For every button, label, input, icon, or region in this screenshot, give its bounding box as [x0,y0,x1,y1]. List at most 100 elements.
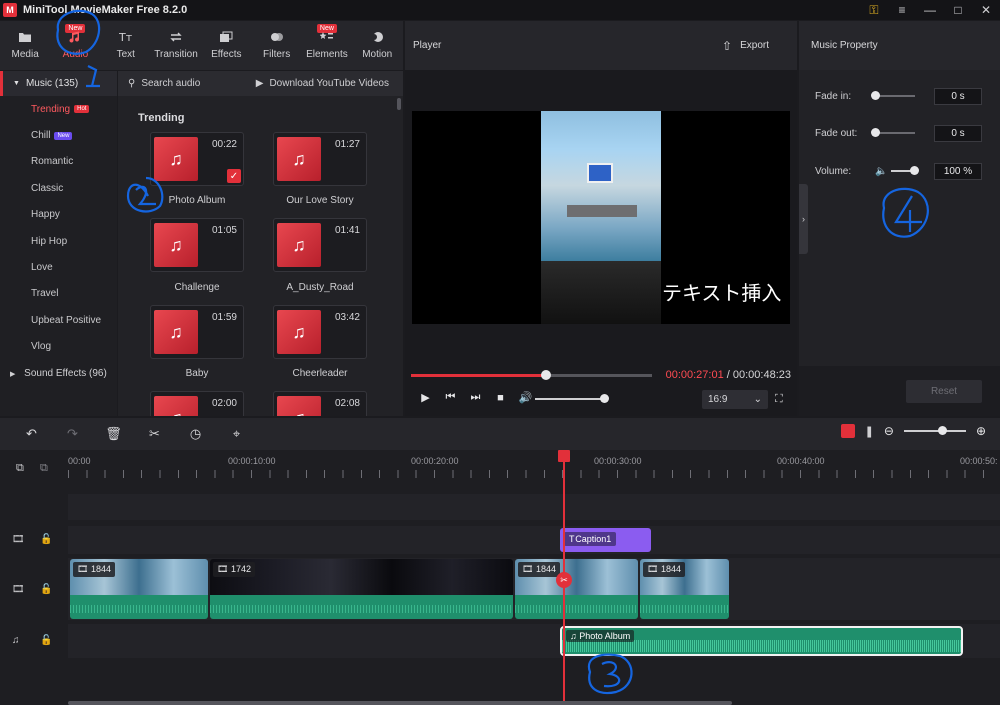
tab-effects-label: Effects [211,49,242,60]
category-hip-hop[interactable]: Hip Hop [0,228,117,254]
snap-icon[interactable] [840,424,855,438]
tab-effects[interactable]: Effects [201,21,251,70]
audio-card-challenge[interactable]: ♫ 01:05 [150,218,244,272]
audio-card-partial[interactable]: ♫ 02:00 [150,391,244,416]
crop-icon[interactable]: ⌖ [216,426,257,442]
slider-knob[interactable] [871,91,880,100]
category-label: Hip Hop [31,235,68,247]
category-classic[interactable]: Classic [0,175,117,201]
audio-card-baby[interactable]: ♫ 01:59 [150,305,244,359]
category-love[interactable]: Love [0,254,117,280]
category-romantic[interactable]: Romantic [0,149,117,175]
time-ruler[interactable]: 00:00 00:00:10:00 00:00:20:00 00:00:30:0… [68,450,1000,490]
category-upbeat-positive[interactable]: Upbeat Positive [0,307,117,333]
key-icon[interactable]: ⚿ [860,3,888,18]
tab-transition[interactable]: Transition [151,21,201,70]
zoom-in-icon[interactable]: ⊕ [976,424,986,438]
clip-audio-wave [210,595,513,619]
video-clip[interactable]: 🎞 1742 [210,559,513,619]
video-clip[interactable]: 🎞 1844 [70,559,208,619]
fade-out-slider[interactable] [871,128,915,137]
download-youtube-button[interactable]: ▶ Download YouTube Videos [256,78,389,89]
playhead-handle[interactable] [558,450,570,462]
property-volume-slider[interactable] [891,166,919,175]
export-label: Export [740,40,769,51]
tab-elements[interactable]: New Elements [302,21,352,70]
slider-knob[interactable] [871,128,880,137]
checkmark-icon[interactable]: ✓ [227,169,241,183]
fade-in-input[interactable]: 0 s [934,87,982,105]
search-audio[interactable]: ⚲ Search audio [128,78,200,89]
audio-card-our-love-story[interactable]: ♫ 01:27 [273,132,367,186]
tab-audio[interactable]: New Audio [50,21,100,70]
fit-timeline-icon[interactable]: ❚ [865,425,874,438]
zoom-slider[interactable] [903,426,966,435]
sound-effects-category[interactable]: ▶ Sound Effects (96) [10,368,107,379]
zoom-out-icon[interactable]: ⊖ [884,424,894,438]
fade-in-slider[interactable] [871,91,915,100]
audio-card-a-dusty-road[interactable]: ♫ 01:41 [273,218,367,272]
app-logo-icon: M [3,3,17,17]
category-travel[interactable]: Travel [0,281,117,307]
player-header: Player ⇧ Export [405,21,797,70]
close-button[interactable]: ✕ [972,3,1000,17]
undo-icon[interactable]: ↶ [11,426,52,442]
library-scrollbar[interactable] [397,98,401,110]
fullscreen-icon[interactable]: ⛶ [775,393,783,406]
copy-track-icon[interactable]: ⧉ [40,462,48,475]
category-trending[interactable]: Trending Hot [0,96,117,122]
tab-text[interactable]: Tт Text [101,21,151,70]
caption-clip[interactable]: T Caption1 [560,528,651,552]
music-category-header[interactable]: ▼ Music (135) [0,71,117,96]
collapse-handle[interactable]: › [799,184,808,254]
zoom-knob[interactable] [937,426,947,435]
transition-icon [170,32,182,42]
play-icon[interactable]: ▶ [413,391,438,404]
previous-frame-icon[interactable]: ⏮ [438,391,463,404]
fade-out-input[interactable]: 0 s [934,124,982,142]
tab-media[interactable]: Media [0,21,50,70]
music-property-title: Music Property [799,21,1000,70]
volume-knob[interactable] [600,394,609,403]
speed-icon[interactable]: ◷ [175,426,216,442]
tick-label: 00:00:40:00 [777,456,825,466]
video-clip[interactable]: 🎞 1844 [515,559,638,619]
slider-knob[interactable] [910,166,919,175]
next-frame-icon[interactable]: ⏭ [463,391,488,404]
stop-icon[interactable]: ■ [488,392,513,404]
music-clip[interactable]: ♫ Photo Album [560,626,963,656]
maximize-button[interactable]: □ [944,3,972,17]
tab-filters[interactable]: Filters [251,21,301,70]
category-vlog[interactable]: Vlog [0,334,117,360]
split-scissors-icon[interactable]: ✂ [556,572,572,588]
audio-card-partial[interactable]: ♫ 02:08 [273,391,367,416]
volume-input[interactable]: 100 % [934,162,982,180]
music-category-label: Music (135) [25,78,79,89]
minimize-button[interactable]: — [916,3,944,17]
lock-icon[interactable]: 🔓 [40,534,52,545]
lock-icon[interactable]: 🔓 [40,635,52,646]
playback-progress[interactable] [411,370,652,380]
audio-card-photo-album[interactable]: ♫ 00:22 ✓ [150,132,244,186]
delete-icon[interactable]: 🗑 [93,426,134,442]
tab-motion[interactable]: Motion [352,21,402,70]
video-preview[interactable]: テキスト挿入 [412,111,790,324]
menu-icon[interactable]: ≡ [888,3,916,17]
audio-card-cheerleader[interactable]: ♫ 03:42 [273,305,367,359]
aspect-ratio-select[interactable]: 16:9 ⌄ [702,390,768,409]
reset-button[interactable]: Reset [906,380,982,403]
timeline-scrollbar[interactable] [68,701,732,705]
video-clip[interactable]: 🎞 1844 [640,559,729,619]
clip-audio-wave [640,595,729,619]
split-scissors-icon[interactable]: ✂ [134,426,175,442]
add-track-icon[interactable]: ⧉ [16,462,24,475]
category-label: Upbeat Positive [31,314,102,326]
caption-overlay[interactable]: テキスト挿入 [662,277,781,306]
export-button[interactable]: ⇧ Export [722,39,769,53]
redo-icon[interactable]: ↷ [52,426,93,442]
category-chill[interactable]: Chill New [0,122,117,148]
lock-icon[interactable]: 🔓 [40,584,52,595]
volume-slider[interactable] [535,394,609,403]
progress-knob[interactable] [540,370,551,380]
category-happy[interactable]: Happy [0,202,117,228]
